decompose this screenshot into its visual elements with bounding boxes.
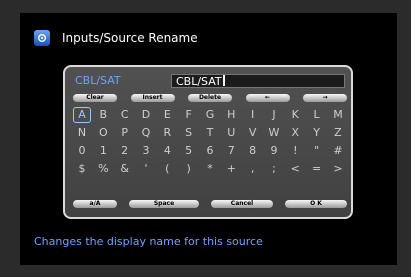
key-row: NOPQRSTUVWXYZ xyxy=(73,125,347,143)
name-input[interactable]: CBL/SAT xyxy=(171,74,345,88)
key[interactable]: % xyxy=(94,161,112,177)
key[interactable]: 2 xyxy=(116,143,134,159)
key[interactable]: E xyxy=(158,107,176,123)
key[interactable]: 6 xyxy=(201,143,219,159)
key[interactable]: ' xyxy=(137,161,155,177)
character-grid: A B C D E F G H I J K L M N O P Q R S T U V W X Y Z 0 1 2 3 4 5 6 7 8 9! " # $… xyxy=(73,107,347,179)
key[interactable]: 5 xyxy=(180,143,198,159)
key[interactable]: U xyxy=(222,125,240,141)
key[interactable]: Y xyxy=(308,125,326,141)
key[interactable]: A xyxy=(73,107,91,123)
key[interactable]: X xyxy=(286,125,304,141)
key[interactable]: G xyxy=(201,107,219,123)
key[interactable]: K xyxy=(286,107,304,123)
key[interactable]: N xyxy=(73,125,91,141)
space-button[interactable]: Space xyxy=(129,200,199,208)
ok-button[interactable]: O K xyxy=(285,200,347,208)
help-text: Changes the display name for this source xyxy=(34,235,263,248)
source-label: CBL/SAT xyxy=(75,74,121,87)
key[interactable]: + xyxy=(222,161,240,177)
key[interactable]: 3 xyxy=(137,143,155,159)
key[interactable]: L xyxy=(308,107,326,123)
delete-button[interactable]: Delete xyxy=(188,94,232,102)
key[interactable]: ! xyxy=(286,143,304,159)
text-cursor xyxy=(222,75,225,86)
key[interactable]: F xyxy=(180,107,198,123)
case-toggle-button[interactable]: a/A xyxy=(73,200,117,208)
key[interactable]: Z xyxy=(329,125,347,141)
function-row: Clear Insert Delete ← → xyxy=(73,94,347,103)
key[interactable]: ( xyxy=(158,161,176,177)
key-row: 0 1 2 3 4 5 6 7 8 9! " # xyxy=(73,143,347,161)
cancel-button[interactable]: Cancel xyxy=(211,200,273,208)
bottom-row: a/A Space Cancel O K xyxy=(73,200,347,209)
tv-screen: Inputs/Source Rename CBL/SAT CBL/SAT Cle… xyxy=(20,13,397,265)
clear-button[interactable]: Clear xyxy=(73,94,117,102)
key[interactable]: $ xyxy=(73,161,91,177)
key[interactable]: = xyxy=(308,161,326,177)
key[interactable]: B xyxy=(94,107,112,123)
key[interactable]: , xyxy=(244,161,262,177)
insert-button[interactable]: Insert xyxy=(130,94,175,102)
key[interactable]: Q xyxy=(137,125,155,141)
key[interactable]: H xyxy=(222,107,240,123)
key[interactable]: ; xyxy=(265,161,283,177)
key[interactable]: D xyxy=(137,107,155,123)
header: Inputs/Source Rename xyxy=(34,29,198,47)
key[interactable]: I xyxy=(244,107,262,123)
name-input-value: CBL/SAT xyxy=(176,75,222,88)
input-row: CBL/SAT CBL/SAT xyxy=(75,73,345,89)
cursor-right-button[interactable]: → xyxy=(303,94,347,102)
key[interactable]: V xyxy=(244,125,262,141)
key[interactable]: 8 xyxy=(244,143,262,159)
key[interactable]: 7 xyxy=(222,143,240,159)
key[interactable]: < xyxy=(286,161,304,177)
page-title: Inputs/Source Rename xyxy=(62,31,198,45)
key[interactable]: > xyxy=(329,161,347,177)
key[interactable]: W xyxy=(265,125,283,141)
key[interactable]: O xyxy=(94,125,112,141)
settings-icon xyxy=(34,30,50,46)
key[interactable]: 0 xyxy=(73,143,91,159)
key[interactable]: & xyxy=(116,161,134,177)
key[interactable]: 1 xyxy=(94,143,112,159)
cursor-left-button[interactable]: ← xyxy=(245,94,290,102)
key[interactable]: # xyxy=(329,143,347,159)
key[interactable]: P xyxy=(116,125,134,141)
key[interactable]: S xyxy=(180,125,198,141)
key[interactable]: T xyxy=(201,125,219,141)
key-row: ABCDEFGHIJKLM xyxy=(73,107,347,125)
key[interactable]: M xyxy=(329,107,347,123)
key[interactable]: C xyxy=(116,107,134,123)
key-row: $% & '() * +,; < = > xyxy=(73,161,347,179)
key[interactable]: 4 xyxy=(158,143,176,159)
key[interactable]: 9 xyxy=(265,143,283,159)
keyboard-panel: CBL/SAT CBL/SAT Clear Insert Delete ← → … xyxy=(63,65,353,219)
key[interactable]: R xyxy=(158,125,176,141)
key[interactable]: * xyxy=(201,161,219,177)
key[interactable]: " xyxy=(308,143,326,159)
key[interactable]: J xyxy=(265,107,283,123)
key[interactable]: ) xyxy=(180,161,198,177)
